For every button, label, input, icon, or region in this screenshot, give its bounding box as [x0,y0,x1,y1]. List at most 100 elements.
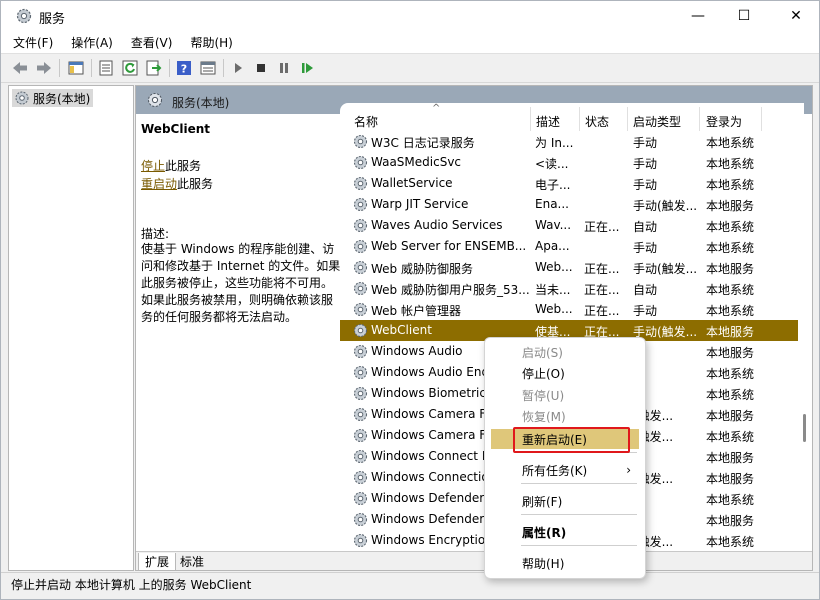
service-gear-icon [352,511,369,528]
context-menu: 启动(S) 停止(O) 暂停(U) 恢复(M) 重新启动(E) 所有任务(K) › 刷新(F)… [484,337,646,579]
cell-startup-type: 自动 [633,283,658,297]
context-menu-item[interactable]: 停止(O) [491,363,639,383]
column-header: ^ 名称 描述 状态 启动类型 登录为 [340,103,804,131]
cell-log-on-as: 本地系统 [706,535,755,549]
cell-status: 正在... [584,220,620,234]
context-menu-item-label: 刷新(F) [522,494,563,509]
services-gear-icon [15,91,29,105]
cell-name: Web Server for ENSEMB... [371,239,527,253]
back-arrow-icon [13,62,27,74]
service-gear-icon [352,448,369,465]
refresh-button[interactable] [121,59,139,77]
window-title: 服务 [39,12,66,27]
context-menu-item-label: 所有任务(K) [522,463,588,478]
console-tree-icon [68,61,84,75]
menu-file[interactable]: 文件(F) [7,31,59,51]
services-window: 服务 — ☐ ✕ 文件(F) 操作(A) 查看(V) 帮助(H) ? 服务(本地… [0,0,820,600]
tab-standard[interactable]: 标准 [174,553,210,570]
table-row[interactable]: Web 威胁防御服务 Web... 正在... 手动(触发... 本地服务 [340,257,804,278]
column-status[interactable]: 状态 [585,113,609,130]
pause-icon [280,63,288,73]
start-service-button[interactable] [229,59,247,77]
restart-icon [302,63,313,73]
service-gear-icon [352,385,369,402]
table-row[interactable]: WalletService 电子... 手动 本地系统 [340,173,804,194]
service-gear-icon [352,469,369,486]
cell-log-on-as: 本地系统 [706,430,755,444]
column-description[interactable]: 描述 [536,113,560,130]
list-view-icon [99,60,113,76]
context-menu-separator [521,545,637,546]
maximize-button[interactable]: ☐ [721,1,767,31]
view-list-button[interactable] [97,59,115,77]
help-button[interactable]: ? [175,59,193,77]
service-gear-icon [352,532,369,549]
service-gear-icon [352,343,369,360]
context-menu-item[interactable]: 属性(R) [491,522,639,542]
cell-log-on-as: 本地系统 [706,241,755,255]
table-row[interactable]: Warp JIT Service Ena... 手动(触发... 本地服务 [340,194,804,215]
back-button[interactable] [11,59,29,77]
export-list-button[interactable] [145,59,163,77]
title-bar: 服务 — ☐ ✕ [1,1,819,31]
description-pane: WebClient 停止此服务 重启动此服务 描述: 使基于 Windows 的… [136,114,340,551]
annotation-highlight-box [513,427,630,453]
context-menu-item[interactable]: 刷新(F) [491,491,639,511]
tab-extended[interactable]: 扩展 [138,553,177,570]
tree-node-label: 服务(本地) [33,91,91,106]
table-row[interactable]: Web 帐户管理器 Web... 正在... 手动 本地系统 [340,299,804,320]
cell-startup-type: 手动 [633,157,658,171]
chevron-right-icon: › [626,463,631,477]
stop-icon [257,64,265,72]
services-gear-icon [16,8,32,24]
context-menu-item[interactable]: 帮助(H) [491,553,639,573]
stop-service-link[interactable]: 停止 [141,159,165,173]
menu-help[interactable]: 帮助(H) [184,31,238,51]
help-icon: ? [177,61,191,76]
cell-log-on-as: 本地系统 [706,493,755,507]
cell-name: Web 帐户管理器 [371,304,461,318]
cell-status: 正在... [584,283,620,297]
cell-startup-type: 手动 [633,304,658,318]
context-menu-item[interactable]: 恢复(M) [491,406,639,426]
table-row[interactable]: W3C 日志记录服务 为 In... 手动 本地系统 [340,131,804,152]
cell-name: WebClient [371,323,432,337]
menu-view[interactable]: 查看(V) [125,31,179,51]
description-label: 描述: [141,227,170,241]
tree-node-services-local[interactable]: 服务(本地) [12,89,94,107]
forward-button[interactable] [35,59,53,77]
context-menu-item-label: 恢复(M) [522,409,566,424]
table-row[interactable]: WaaSMedicSvc <读... 手动 本地系统 [340,152,804,173]
column-log-on-as[interactable]: 登录为 [706,113,742,130]
vertical-scrollbar[interactable] [798,114,810,544]
context-menu-item[interactable]: 暂停(U) [491,385,639,405]
cell-startup-type: 手动 [633,136,658,150]
restart-service-button[interactable] [298,59,316,77]
show-hide-console-tree-button[interactable] [67,59,85,77]
minimize-button[interactable]: — [675,1,721,31]
properties-view-button[interactable] [199,59,217,77]
svg-text:?: ? [181,63,187,76]
context-menu-item-label: 启动(S) [522,345,563,360]
cell-name: W3C 日志记录服务 [371,136,475,150]
table-row[interactable]: Web Server for ENSEMB... Apa... 手动 本地系统 [340,236,804,257]
refresh-icon [122,60,138,76]
scrollbar-thumb[interactable] [803,414,806,442]
table-row[interactable]: Web 威胁防御用户服务_53... 当未... 正在... 自动 本地系统 [340,278,804,299]
service-gear-icon [352,322,369,339]
cell-description: 为 In... [535,136,574,150]
column-name[interactable]: 名称 [354,113,378,130]
context-menu-item-label: 暂停(U) [522,388,565,403]
table-row[interactable]: Waves Audio Services Wav... 正在... 自动 本地系统 [340,215,804,236]
close-button[interactable]: ✕ [773,1,819,31]
restart-service-link[interactable]: 重启动 [141,177,177,191]
pause-service-button[interactable] [275,59,293,77]
stop-service-button[interactable] [252,59,270,77]
toolbar: ? [1,54,819,83]
menu-action[interactable]: 操作(A) [65,31,119,51]
context-menu-item[interactable]: 启动(S) [491,342,639,362]
stop-link-suffix: 此服务 [165,159,202,173]
context-menu-item[interactable]: 所有任务(K) › [491,460,639,480]
cell-name: Waves Audio Services [371,218,503,232]
column-startup-type[interactable]: 启动类型 [633,113,681,130]
